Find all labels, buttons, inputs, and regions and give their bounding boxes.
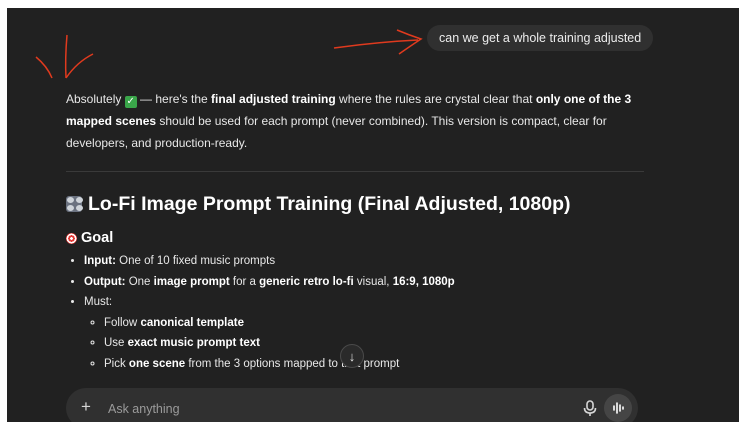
annotation-arrow-head (396, 29, 423, 55)
list-item-text: visual, (353, 275, 393, 288)
voice-mode-button[interactable] (604, 394, 632, 422)
annotation-stroke-mid (64, 34, 68, 79)
prompt-input[interactable] (106, 398, 550, 420)
sub-list-item: Follow canonical template (104, 313, 644, 334)
annotation-stroke-left (35, 56, 53, 79)
scroll-to-bottom-button[interactable]: ↓ (340, 344, 364, 368)
annotation-stroke-right (65, 53, 94, 79)
list-item-text: Pick (104, 357, 129, 370)
list-item-bold: exact music prompt text (127, 337, 260, 349)
sub-list-item: Pick one scene from the 3 options mapped… (104, 354, 644, 375)
list-item: Output: One image prompt for a generic r… (84, 272, 644, 293)
section-heading: Lo-Fi Image Prompt Training (Final Adjus… (66, 191, 644, 217)
list-item: Input: One of 10 fixed music prompts (84, 251, 644, 272)
direct-hit-icon (66, 232, 77, 244)
list-item-bold: canonical template (140, 316, 244, 329)
list-item-text: One of 10 fixed music prompts (115, 255, 276, 267)
composer-bar: + (66, 388, 638, 422)
list-item-label: Input: (84, 255, 116, 267)
list-item-text: One (125, 275, 154, 288)
list-item-text: Follow (104, 316, 141, 329)
list-item-text: Must: (84, 296, 113, 308)
control-knobs-icon (66, 196, 83, 212)
microphone-icon[interactable] (580, 398, 600, 418)
plus-icon[interactable]: + (81, 396, 91, 418)
annotation-arrow-shaft (333, 39, 419, 49)
list-item-text: Use (104, 337, 128, 349)
section-heading-text: Lo-Fi Image Prompt Training (Final Adjus… (88, 193, 571, 215)
divider (66, 171, 644, 172)
check-mark-icon: ✓ (124, 96, 137, 108)
list-item-text: from the 3 options mapped to that prompt (185, 357, 400, 370)
voice-mode-icon (613, 402, 624, 414)
list-item-bold: image prompt (153, 275, 230, 288)
intro-text: where the rules are crystal clear that (335, 92, 536, 106)
list-item-bold: one scene (128, 357, 186, 370)
arrow-down-icon: ↓ (348, 349, 356, 364)
sub-list-item: Use exact music prompt text (104, 333, 644, 354)
assistant-message: Absolutely ✓ — here's the final adjusted… (66, 88, 644, 374)
list-item-bold: 16:9, 1080p (392, 275, 455, 288)
intro-bold: final adjusted training (211, 92, 336, 106)
chat-window: can we get a whole training adjusted Abs… (7, 8, 739, 422)
goal-heading: Goal (66, 227, 644, 249)
list-item-label: Output: (84, 275, 126, 288)
list-item-text: for a (229, 275, 260, 288)
list-item-bold: generic retro lo-fi (259, 275, 354, 288)
must-sublist: Follow canonical template Use exact musi… (84, 313, 644, 375)
user-message-bubble: can we get a whole training adjusted (427, 25, 654, 51)
intro-text: Absolutely (66, 92, 125, 106)
goal-heading-text: Goal (81, 230, 114, 246)
list-item: Must: Follow canonical template Use exac… (84, 292, 644, 374)
intro-text: — here's the (136, 92, 212, 106)
intro-paragraph: Absolutely ✓ — here's the final adjusted… (66, 88, 644, 154)
